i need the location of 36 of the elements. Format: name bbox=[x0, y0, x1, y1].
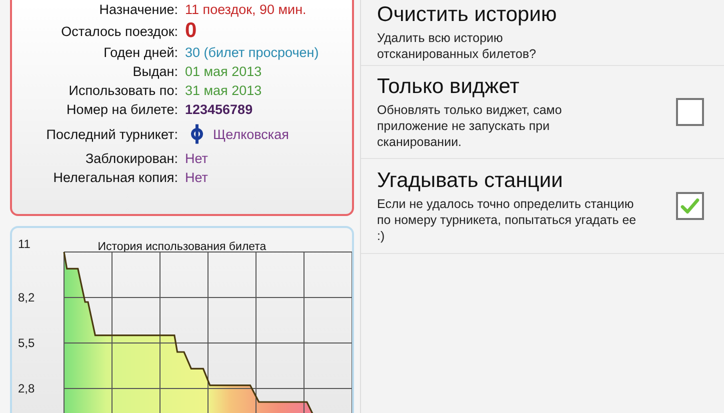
setting-summary: Удалить всю историю отсканированных билетов? bbox=[377, 30, 538, 62]
field-value: Щелковская bbox=[213, 126, 289, 142]
checkbox[interactable] bbox=[676, 192, 704, 220]
y-axis-label: 11 bbox=[18, 237, 30, 251]
field-value: Нет bbox=[185, 151, 208, 166]
field-value: 0 bbox=[185, 19, 197, 43]
field-label: Номер на билете: bbox=[65, 102, 179, 117]
field-value: 01 мая 2013 bbox=[185, 64, 262, 79]
setting-title: Угадывать станции bbox=[377, 168, 564, 192]
settings-item[interactable]: Угадывать станции Если не удалось точно определить станцию по номеру турникета, попытаться угадать ее :) bbox=[361, 159, 724, 254]
settings-item[interactable]: Очистить историю Удалить всю историю отсканированных билетов? bbox=[361, 0, 724, 66]
field-label: Годен дней: bbox=[102, 45, 179, 60]
field-value: Нет bbox=[185, 170, 208, 185]
field-value: 11 поездок, 90 мин. bbox=[185, 2, 306, 17]
field-value: 30 (билет просрочен) bbox=[185, 45, 319, 60]
field-label: Последний турникет: bbox=[45, 126, 179, 142]
y-axis-label: 5,5 bbox=[18, 336, 35, 350]
checkmark-icon bbox=[680, 196, 700, 216]
metro-station-icon bbox=[191, 122, 203, 146]
setting-title: Только виджет bbox=[377, 74, 520, 98]
field-label: Нелегальная копия: bbox=[52, 170, 179, 185]
field-label: Осталось поездок: bbox=[60, 24, 179, 38]
field-label: Выдан: bbox=[132, 64, 179, 79]
setting-summary: Если не удалось точно определить станцию по номеру турникета, попытаться угадать ее :) bbox=[377, 196, 638, 244]
chart-title: История использования билета bbox=[98, 241, 266, 253]
checkbox[interactable] bbox=[676, 98, 704, 126]
field-label: Заблокирован: bbox=[84, 151, 179, 166]
setting-summary: Обновлять только виджет, само приложение не запускать при сканировании. bbox=[377, 102, 563, 150]
field-value: 123456789 bbox=[185, 102, 253, 117]
settings-item[interactable]: Только виджет Обновлять только виджет, само приложение не запускать при сканировании. bbox=[361, 66, 724, 159]
field-label: Использовать по: bbox=[68, 83, 179, 98]
setting-title: Очистить историю bbox=[377, 3, 558, 27]
y-axis-label: 2,8 bbox=[18, 382, 35, 396]
field-label: Назначение: bbox=[98, 2, 179, 17]
y-axis-label: 8,2 bbox=[18, 290, 35, 304]
field-value: 31 мая 2013 bbox=[185, 83, 262, 98]
